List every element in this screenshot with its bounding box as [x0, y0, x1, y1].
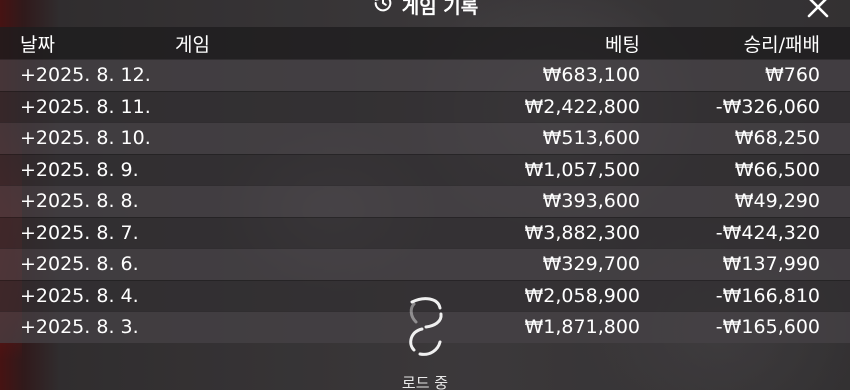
table-row[interactable]: +2025. 8. 12. ₩683,100 ₩760	[0, 59, 850, 91]
close-icon	[807, 0, 829, 18]
row-date: +2025. 8. 12.	[20, 64, 151, 87]
row-bet: ₩513,600	[542, 127, 640, 150]
row-win-loss: -₩326,060	[715, 95, 820, 118]
column-header-game: 게임	[175, 33, 210, 56]
row-date: +2025. 8. 9.	[20, 158, 139, 181]
row-bet: ₩329,700	[542, 253, 640, 276]
row-win-loss: ₩68,250	[734, 127, 820, 150]
column-header-date: 날짜	[20, 33, 55, 56]
table-row[interactable]: +2025. 8. 10. ₩513,600 ₩68,250	[0, 122, 850, 154]
table-row[interactable]: +2025. 8. 8. ₩393,600 ₩49,290	[0, 185, 850, 217]
history-icon	[372, 0, 394, 18]
row-bet: ₩3,882,300	[524, 221, 640, 244]
close-button[interactable]	[806, 0, 830, 19]
page-title: 게임 기록	[401, 0, 479, 18]
row-win-loss: ₩66,500	[734, 158, 820, 181]
loading-text: 로드 중	[401, 374, 449, 390]
row-win-loss: ₩760	[764, 64, 820, 87]
row-bet: ₩2,422,800	[524, 95, 640, 118]
table-row[interactable]: +2025. 8. 6. ₩329,700 ₩137,990	[0, 248, 850, 280]
table-row[interactable]: +2025. 8. 11. ₩2,422,800 -₩326,060	[0, 90, 850, 122]
header: 게임 기록	[0, 0, 850, 26]
column-header-win-loss: 승리/패배	[743, 33, 820, 56]
row-bet: ₩393,600	[542, 190, 640, 213]
row-date: +2025. 8. 6.	[20, 253, 139, 276]
title-group: 게임 기록	[372, 0, 479, 19]
table-row[interactable]: +2025. 8. 7. ₩3,882,300 -₩424,320	[0, 216, 850, 248]
row-win-loss: -₩165,600	[715, 316, 820, 339]
row-date: +2025. 8. 8.	[20, 190, 139, 213]
table-header: 날짜 게임 베팅 승리/패배	[0, 27, 850, 59]
row-date: +2025. 8. 11.	[20, 95, 151, 118]
row-win-loss: -₩166,810	[715, 284, 820, 307]
loading-spinner-icon	[404, 296, 448, 358]
row-date: +2025. 8. 3.	[20, 316, 139, 339]
row-date: +2025. 8. 10.	[20, 127, 151, 150]
row-win-loss: ₩137,990	[722, 253, 820, 276]
row-win-loss: ₩49,290	[734, 190, 820, 213]
row-date: +2025. 8. 4.	[20, 284, 139, 307]
row-date: +2025. 8. 7.	[20, 221, 139, 244]
table-row[interactable]: +2025. 8. 9. ₩1,057,500 ₩66,500	[0, 153, 850, 185]
row-bet: ₩683,100	[542, 64, 640, 87]
row-win-loss: -₩424,320	[715, 221, 820, 244]
column-header-bet: 베팅	[605, 33, 640, 56]
row-bet: ₩1,057,500	[524, 158, 640, 181]
